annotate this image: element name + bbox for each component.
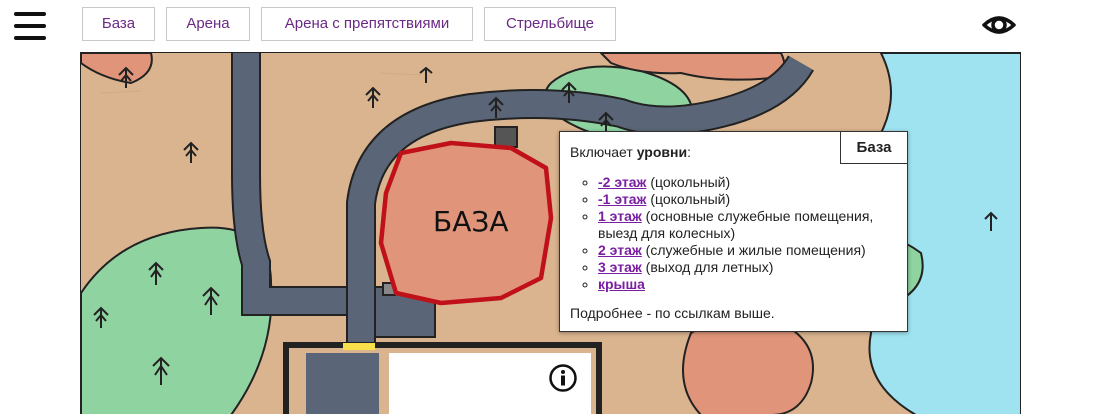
level-desc: (цокольный)	[646, 174, 731, 190]
level-link-1[interactable]: 1 этаж	[598, 208, 642, 224]
menu-bar	[14, 24, 46, 28]
popup-title: База	[840, 131, 908, 164]
level-link-minus1[interactable]: -1 этаж	[598, 191, 646, 207]
popup-footer: Подробнее - по ссылкам выше.	[570, 305, 775, 321]
tab-obstacle-arena[interactable]: Арена с препятствиями	[261, 7, 473, 41]
list-item: 3 этаж (выход для летных)	[598, 259, 897, 276]
map-tabs: База Арена Арена с препятствиями Стрельб…	[82, 7, 616, 41]
list-item: -1 этаж (цокольный)	[598, 191, 897, 208]
level-desc: (цокольный)	[646, 191, 731, 207]
list-item: 1 этаж (основные служебные помещения, вы…	[598, 208, 897, 242]
intro-prefix: Включает	[570, 144, 633, 160]
tab-arena[interactable]: Арена	[166, 7, 250, 41]
list-item: крыша	[598, 276, 897, 293]
map-popup: База Включает уровни: -2 этаж (цокольный…	[559, 131, 908, 332]
intro-suffix: :	[687, 144, 691, 160]
level-link-3[interactable]: 3 этаж	[598, 259, 642, 275]
tab-base[interactable]: База	[82, 7, 155, 41]
level-desc: (служебные и жилые помещения)	[641, 242, 866, 258]
small-building	[494, 126, 518, 148]
list-item: 2 этаж (служебные и жилые помещения)	[598, 242, 897, 259]
map-base-label: БАЗА	[433, 205, 508, 238]
intro-bold: уровни	[636, 144, 688, 160]
hamburger-menu-icon[interactable]	[14, 12, 46, 40]
info-icon[interactable]	[549, 364, 577, 392]
levels-list: -2 этаж (цокольный) -1 этаж (цокольный) …	[570, 174, 897, 293]
gate	[343, 343, 375, 350]
level-desc: (выход для летных)	[641, 259, 774, 275]
list-item: -2 этаж (цокольный)	[598, 174, 897, 191]
eye-icon[interactable]	[982, 9, 1016, 41]
menu-bar	[14, 36, 46, 40]
level-link-minus2[interactable]: -2 этаж	[598, 174, 646, 190]
level-link-roof[interactable]: крыша	[598, 276, 645, 292]
tab-shooting-range[interactable]: Стрельбище	[484, 7, 616, 41]
menu-bar	[14, 12, 46, 16]
level-link-2[interactable]: 2 этаж	[598, 242, 642, 258]
